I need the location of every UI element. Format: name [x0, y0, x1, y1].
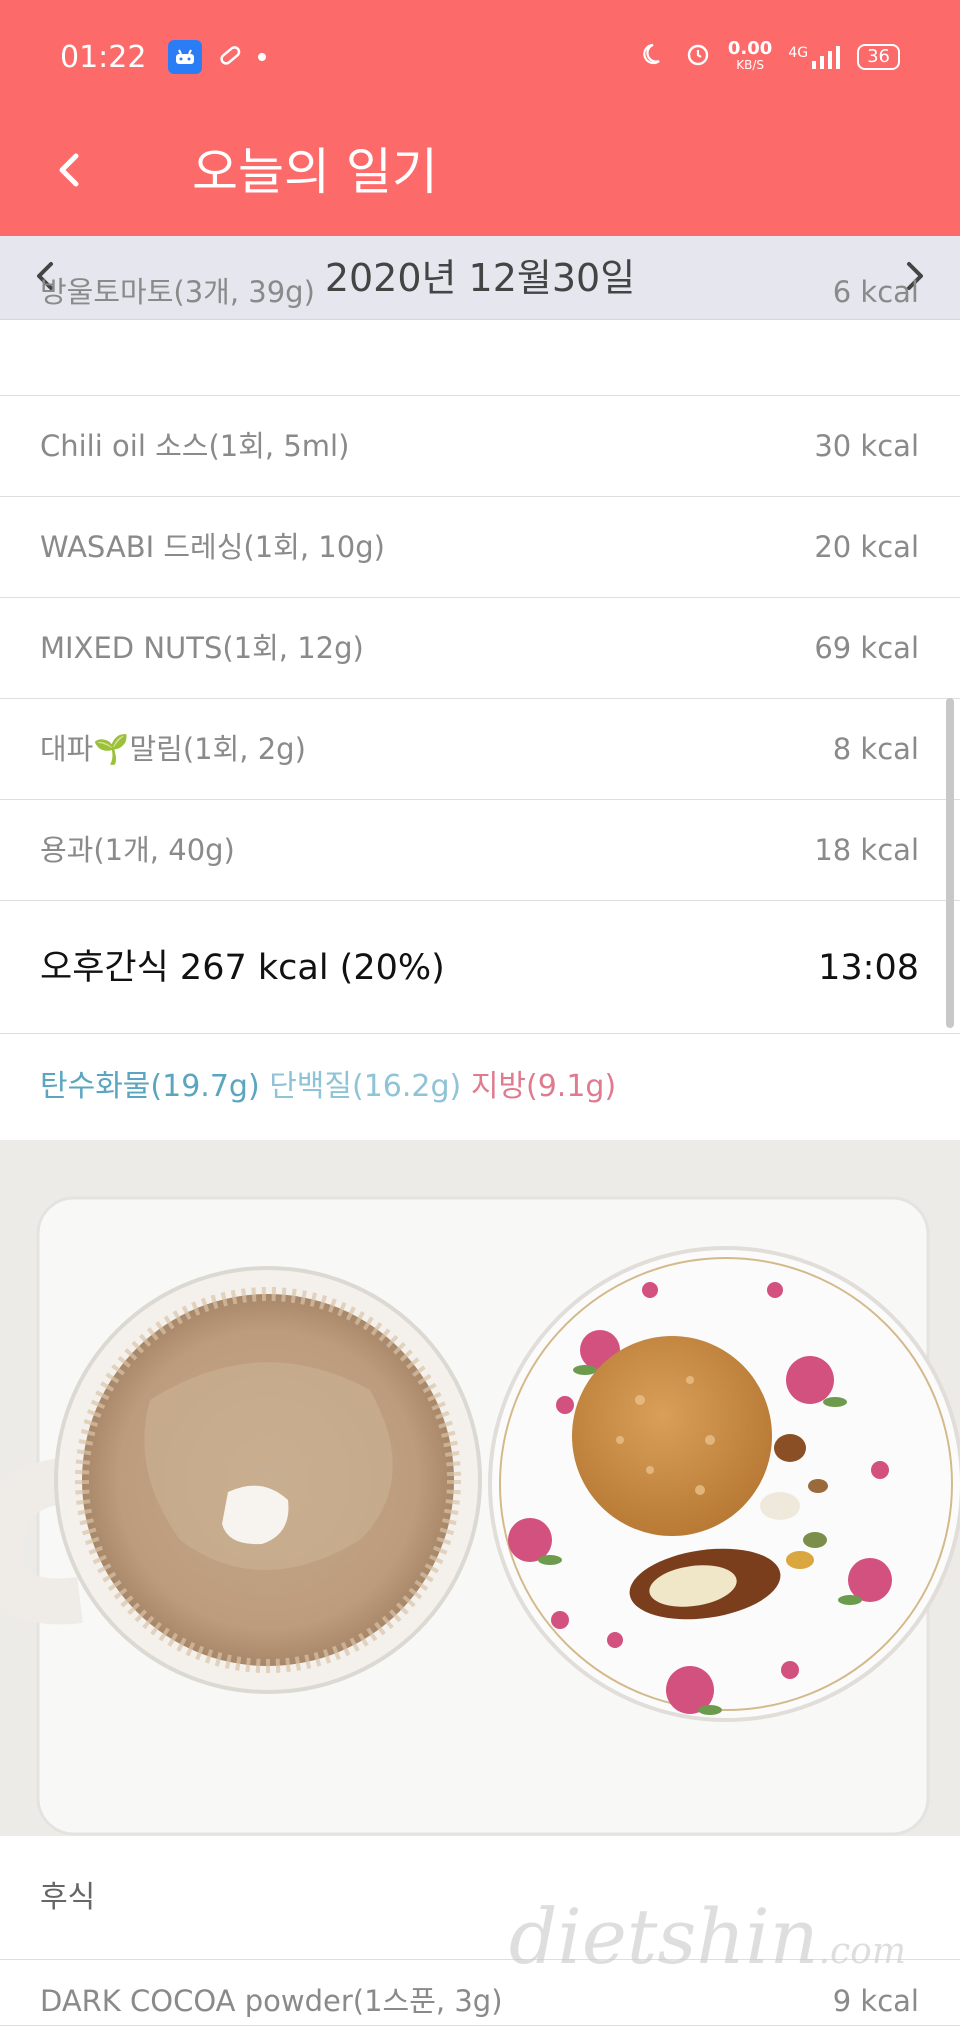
carb-label: 탄수화물(19.7g) — [40, 1069, 260, 1104]
battery-icon: 36 — [857, 44, 900, 70]
meal-photo[interactable] — [0, 1140, 960, 1836]
food-item-name: MIXED NUTS(1회, 12g) — [40, 631, 364, 665]
protein-label: 단백질(16.2g) — [269, 1069, 462, 1104]
food-item-row[interactable]: WASABI 드레싱(1회, 10g) 20 kcal — [0, 497, 960, 598]
food-item-name: DARK COCOA powder(1스푼, 3g) — [40, 1984, 503, 2018]
dot-icon — [258, 53, 266, 61]
food-item-name: 대파🌱말림(1회, 2g) — [40, 732, 306, 766]
net-speed-value: 0.00 — [727, 38, 773, 59]
food-item-row[interactable]: Chili oil 소스(1회, 5ml) 30 kcal — [0, 396, 960, 497]
alarm-icon — [684, 40, 712, 74]
food-item-row[interactable]: 방울토마토(3개, 39g) 6 kcal — [0, 275, 960, 396]
section-title-label: 후식 — [40, 1880, 96, 1915]
net-speed-unit: KB/S — [736, 58, 764, 72]
watermark-logo: dietshin.com — [509, 1892, 906, 1981]
fat-label: 지방(9.1g) — [470, 1069, 617, 1104]
food-item-kcal: 69 kcal — [814, 631, 919, 665]
food-item-name: 방울토마토(3개, 39g) — [40, 275, 315, 309]
app-toolbar: 오늘의 일기 — [0, 118, 960, 236]
moon-icon — [642, 41, 668, 73]
food-item-name: WASABI 드레싱(1회, 10g) — [40, 530, 385, 564]
watermark-suffix: .com — [818, 1931, 906, 1972]
food-item-row[interactable]: MIXED NUTS(1회, 12g) 69 kcal — [0, 598, 960, 699]
status-time: 01:22 — [60, 40, 147, 75]
scrollbar-thumb[interactable] — [946, 698, 954, 1028]
food-item-name: 용과(1개, 40g) — [40, 833, 235, 867]
macro-summary: 탄수화물(19.7g) 단백질(16.2g) 지방(9.1g) — [0, 1034, 960, 1140]
back-arrow-icon[interactable] — [50, 140, 110, 200]
food-item-kcal: 6 kcal — [832, 275, 919, 309]
food-item-kcal: 30 kcal — [814, 429, 919, 463]
page-title: 오늘의 일기 — [192, 143, 438, 201]
food-item-kcal: 18 kcal — [814, 833, 919, 867]
food-item-row[interactable]: 용과(1개, 40g) 18 kcal — [0, 800, 960, 901]
network-type: 4G — [788, 45, 809, 61]
status-bar: 01:22 0.00 KB/S 4G 36 — [0, 0, 960, 118]
signal-icon: 4G — [788, 45, 841, 69]
food-item-row[interactable]: 대파🌱말림(1회, 2g) 8 kcal — [0, 699, 960, 800]
pill-icon — [216, 41, 244, 73]
watermark-text: dietshin — [508, 1892, 819, 1981]
system-icons: 0.00 KB/S 4G 36 — [642, 40, 900, 74]
meal-title: 오후간식 267 kcal (20%) — [40, 948, 445, 988]
food-item-name: Chili oil 소스(1회, 5ml) — [40, 429, 350, 463]
meal-header[interactable]: 오후간식 267 kcal (20%) 13:08 — [0, 902, 960, 1034]
notification-icons — [168, 40, 266, 74]
android-app-icon — [168, 40, 202, 74]
meal-time: 13:08 — [818, 948, 919, 988]
food-item-kcal: 20 kcal — [814, 530, 919, 564]
food-item-kcal: 8 kcal — [832, 732, 919, 766]
net-speed: 0.00 KB/S — [727, 38, 773, 73]
